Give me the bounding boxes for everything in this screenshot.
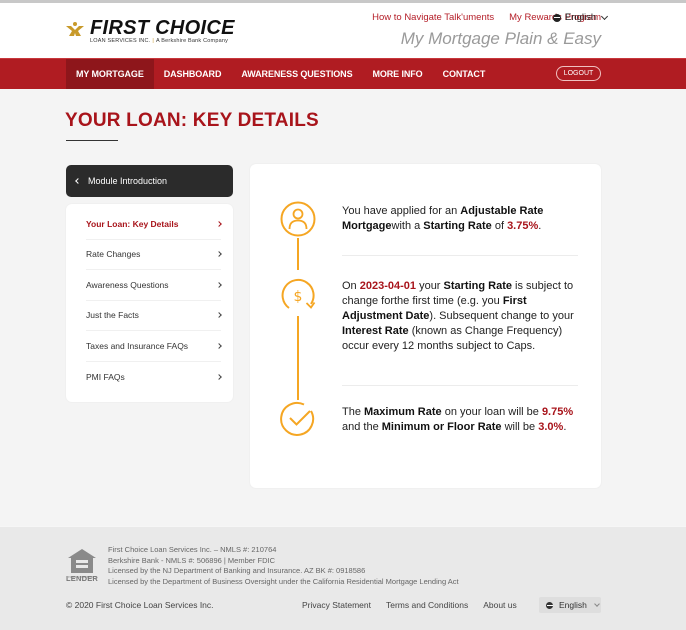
- detail-bold: Minimum or Floor Rate: [381, 421, 502, 433]
- site-header: FIRST CHOICE LOAN SERVICES INC. | A Berksh…: [0, 3, 686, 58]
- chevron-down-icon: [601, 12, 609, 20]
- divider: [342, 385, 578, 386]
- title-underline: [66, 140, 118, 141]
- timeline-connector: [297, 238, 299, 270]
- detail-text: of: [491, 220, 508, 232]
- detail-bold: Starting Rate: [443, 280, 512, 292]
- detail-bold: Starting Rate: [423, 220, 492, 232]
- sidebar-item-label: Rate Changes: [86, 249, 141, 260]
- sidebar-item-key-details[interactable]: Your Loan: Key Details: [86, 209, 222, 240]
- person-icon: [280, 201, 316, 237]
- module-introduction-button[interactable]: Module Introduction: [66, 165, 233, 197]
- legal-line: Licensed by the Department of Business O…: [108, 576, 459, 586]
- detail-text: On: [342, 280, 360, 292]
- chevron-down-icon: [594, 600, 600, 607]
- nav-more-info[interactable]: MORE INFO: [362, 59, 432, 89]
- detail-text: ). Subsequent change to your: [429, 310, 574, 322]
- detail-text: and the: [342, 421, 382, 433]
- detail-text: your: [416, 280, 444, 292]
- floor-rate-value: 3.0%: [538, 421, 564, 433]
- logo-subtitle: LOAN SERVICES INC. | A Berkshire Bank Comp…: [90, 38, 228, 44]
- detail-rate-limits: The Maximum Rate on your loan will be 9.…: [342, 405, 582, 435]
- chevron-right-icon: [216, 220, 222, 227]
- chevron-right-icon: [216, 312, 222, 319]
- language-label: English: [559, 600, 587, 610]
- detail-text: will be: [501, 421, 539, 433]
- logo-x-icon: [66, 22, 84, 36]
- sidebar-item-label: Awareness Questions: [86, 279, 169, 290]
- sidebar-item-label: Just the Facts: [86, 310, 139, 321]
- sidebar-menu: Your Loan: Key Details Rate Changes Awar…: [66, 204, 233, 402]
- sidebar-item-taxes-insurance-faqs[interactable]: Taxes and Insurance FAQs: [86, 331, 222, 362]
- nav-awareness-questions[interactable]: AWARENESS QUESTIONS: [231, 59, 362, 89]
- detail-text: The: [342, 406, 365, 418]
- detail-text: on your loan will be: [441, 406, 542, 418]
- navigate-talkuments-link[interactable]: How to Navigate Talk'uments: [372, 12, 494, 23]
- chevron-right-icon: [216, 281, 222, 288]
- timeline-connector: [297, 316, 299, 400]
- sidebar-item-just-the-facts[interactable]: Just the Facts: [86, 301, 222, 331]
- detail-text: .: [563, 421, 567, 433]
- sidebar-item-pmi-faqs[interactable]: PMI FAQs: [86, 362, 222, 393]
- chevron-right-icon: [216, 373, 222, 380]
- checkmark-icon: [280, 401, 315, 436]
- chevron-right-icon: [216, 251, 222, 258]
- globe-icon: [553, 13, 561, 22]
- detail-bold: Maximum Rate: [364, 406, 442, 418]
- module-introduction-label: Module Introduction: [88, 176, 168, 186]
- nav-dashboard[interactable]: DASHBOARD: [154, 59, 232, 89]
- copyright: © 2020 First Choice Loan Services Inc.: [66, 600, 214, 610]
- legal-text: First Choice Loan Services Inc. – NMLS #…: [108, 545, 459, 587]
- detail-text: You have applied for an: [342, 205, 461, 217]
- detail-text: with a: [391, 220, 424, 232]
- site-tagline: My Mortgage Plain & Easy: [400, 29, 601, 48]
- nav-items: MY MORTGAGE DASHBOARD AWARENESS QUESTION…: [66, 59, 495, 89]
- detail-bold: Interest Rate: [342, 325, 409, 337]
- main-nav: MY MORTGAGE DASHBOARD AWARENESS QUESTION…: [0, 58, 686, 89]
- sidebar-item-label: PMI FAQs: [86, 371, 125, 382]
- detail-text: .: [538, 220, 542, 232]
- sidebar-item-label: Taxes and Insurance FAQs: [86, 340, 189, 351]
- logo-subtitle-tagline: A Berkshire Bank Company: [156, 38, 229, 44]
- logout-button[interactable]: LOGOUT: [556, 66, 601, 81]
- logo-title: FIRST CHOICE: [90, 17, 235, 39]
- language-selector[interactable]: English: [553, 12, 609, 23]
- first-adjustment-date-value: 2023-04-01: [359, 280, 417, 292]
- logo-separator: |: [152, 38, 154, 44]
- chevron-right-icon: [216, 342, 222, 349]
- footer-links: Privacy Statement Terms and Conditions A…: [302, 600, 517, 610]
- globe-icon: [546, 601, 553, 609]
- page-title: YOUR LOAN: KEY DETAILS: [65, 110, 319, 131]
- sidebar-item-rate-changes[interactable]: Rate Changes: [86, 240, 222, 270]
- logo[interactable]: FIRST CHOICE LOAN SERVICES INC. | A Berksh…: [65, 17, 235, 51]
- site-footer: EQUAL OPPORTUNITY LENDER First Choice Lo…: [0, 526, 686, 630]
- nav-contact[interactable]: CONTACT: [433, 59, 496, 89]
- legal-line: Licensed by the NJ Department of Banking…: [108, 566, 366, 575]
- legal-line: Berkshire Bank - NMLS #: 506896 | Member…: [108, 555, 276, 565]
- detail-loan-type: You have applied for an Adjustable Rate …: [342, 204, 582, 234]
- footer-language-selector[interactable]: English: [539, 597, 601, 613]
- sidebar-item-label: Your Loan: Key Details: [86, 218, 179, 229]
- maximum-rate-value: 9.75%: [541, 406, 574, 418]
- equal-housing-lender-label: LENDER: [66, 574, 99, 583]
- starting-rate-value: 3.75%: [507, 220, 539, 232]
- legal-line: First Choice Loan Services Inc. – NMLS #…: [108, 545, 277, 554]
- svg-text:$: $: [294, 289, 303, 305]
- chevron-left-icon: [75, 178, 81, 184]
- divider: [342, 255, 578, 256]
- terms-conditions-link[interactable]: Terms and Conditions: [386, 600, 468, 610]
- logo-subtitle-company: LOAN SERVICES INC.: [90, 38, 151, 44]
- nav-my-mortgage[interactable]: MY MORTGAGE: [66, 59, 154, 89]
- dollar-refresh-icon: $: [281, 278, 316, 309]
- about-us-link[interactable]: About us: [483, 600, 517, 610]
- privacy-statement-link[interactable]: Privacy Statement: [302, 600, 371, 610]
- language-label: English: [565, 12, 597, 23]
- key-details-card: You have applied for an Adjustable Rate …: [250, 164, 601, 488]
- sidebar-item-awareness-questions[interactable]: Awareness Questions: [86, 270, 222, 301]
- detail-adjustment: On 2023-04-01 your Starting Rate is subj…: [342, 279, 582, 354]
